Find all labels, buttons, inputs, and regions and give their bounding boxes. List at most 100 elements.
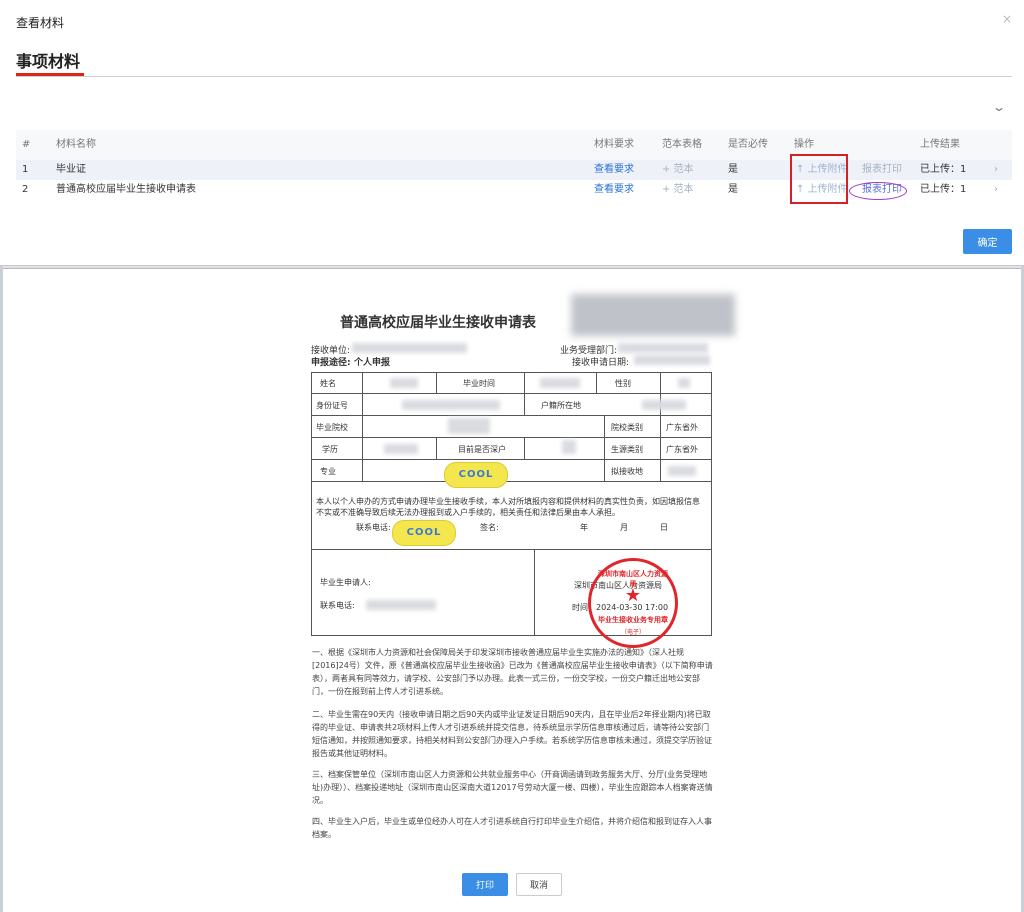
col-header-required: 是否必传	[728, 139, 768, 150]
material-name: 毕业证	[56, 164, 86, 175]
document-title: 普通高校应届毕业生接收申请表	[340, 315, 536, 331]
table-line	[311, 481, 712, 482]
col-header-template: 范本表格	[662, 139, 702, 150]
form-label-name: 姓名	[320, 379, 336, 388]
upload-result: 已上传：1	[920, 164, 967, 175]
template-link[interactable]: + 范本	[662, 160, 694, 180]
modal-title: 查看材料	[16, 16, 65, 30]
view-requirement-link[interactable]: 查看要求	[594, 160, 634, 180]
template-link[interactable]: + 范本	[662, 180, 694, 200]
row-index: 2	[22, 184, 29, 195]
print-highlight-ellipse	[849, 182, 907, 200]
form-value-origin-type: 广东省外	[666, 445, 698, 454]
report-print-button[interactable]: 报表打印	[862, 160, 902, 180]
view-requirement-link[interactable]: 查看要求	[594, 180, 634, 200]
note-2: 二、毕业生需在90天内（接收申请日期之后90天内或毕业证发证日期后90天内，且在…	[312, 710, 712, 758]
channel-label: 申报途径:	[311, 358, 351, 368]
table-line	[311, 437, 712, 438]
channel-value: 个人申报	[354, 358, 391, 368]
cancel-button[interactable]: 取消	[516, 873, 562, 896]
form-label-grad-time: 毕业时间	[463, 379, 495, 388]
form-label-shenhu: 目前是否深户	[458, 445, 506, 454]
form-label-school: 毕业院校	[316, 423, 348, 432]
redacted-area	[402, 400, 500, 410]
signature-label: 签名:	[480, 523, 499, 532]
redacted-area	[390, 378, 418, 388]
table-line	[524, 393, 525, 415]
redacted-area	[618, 343, 708, 353]
table-line	[362, 372, 363, 481]
year-label: 年	[580, 523, 588, 532]
redacted-area	[540, 378, 580, 388]
cool-badge: COOL	[392, 520, 456, 546]
redacted-area	[384, 444, 418, 454]
chevron-down-icon[interactable]: ⌄	[992, 100, 1006, 114]
materials-modal: 查看材料 × 事项材料 ⌄ # 材料名称 材料要求 范本表格 是否必传 操作 上…	[0, 0, 1024, 266]
official-seal: 深圳市南山区人力资源局 ★ 毕业生接收业务专用章 （电子）	[588, 558, 678, 648]
col-header-requirement: 材料要求	[594, 139, 634, 150]
table-line	[660, 372, 661, 481]
table-line	[524, 437, 525, 459]
form-value-school-type: 广东省外	[666, 423, 698, 432]
required-flag: 是	[728, 164, 738, 175]
operation-highlight-box	[790, 154, 848, 204]
table-line	[311, 415, 712, 416]
form-label-school-type: 院校类别	[611, 423, 643, 432]
form-label-gender: 性别	[615, 379, 631, 388]
note-3: 三、档案保管单位（深圳市南山区人力资源和公共就业服务中心（开商调函请到政务服务大…	[312, 770, 713, 805]
redacted-area	[634, 355, 710, 365]
upload-result: 已上传：1	[920, 184, 967, 195]
redacted-area	[366, 600, 436, 610]
form-label-major: 专业	[320, 467, 336, 476]
cool-badge: COOL	[444, 462, 508, 488]
required-flag: 是	[728, 184, 738, 195]
table-line	[311, 393, 712, 394]
table-line	[436, 372, 437, 394]
table-line	[311, 549, 712, 550]
form-label-intended-place: 拟接收地	[611, 467, 643, 476]
redacted-area	[448, 418, 490, 434]
section-divider	[16, 76, 1012, 77]
seal-star-icon: ★	[624, 585, 642, 606]
col-header-result: 上传结果	[920, 139, 960, 150]
seal-text-sub: （电子）	[620, 629, 645, 636]
print-button[interactable]: 打印	[462, 873, 508, 896]
applicant-label: 毕业生申请人:	[320, 578, 371, 587]
form-label-origin-type: 生源类别	[611, 445, 643, 454]
table-line	[436, 437, 437, 459]
contact-phone2-label: 联系电话:	[320, 601, 355, 610]
day-label: 日	[660, 523, 668, 532]
month-label: 月	[620, 523, 628, 532]
contact-phone-label: 联系电话:	[356, 523, 391, 532]
material-name: 普通高校应届毕业生接收申请表	[56, 184, 196, 195]
redacted-area	[562, 440, 576, 454]
form-label-edu: 学历	[322, 445, 338, 454]
table-line	[311, 459, 712, 460]
table-row: 1 毕业证 查看要求 + 范本 是 ↑ 上传附件 报表打印 已上传：1 ›	[16, 160, 1012, 180]
seal-text-bottom: 毕业生接收业务专用章	[598, 616, 668, 624]
form-label-huji: 户籍所在地	[541, 401, 581, 410]
close-icon[interactable]: ×	[1002, 12, 1012, 26]
table-header: # 材料名称 材料要求 范本表格 是否必传 操作 上传结果	[16, 130, 1012, 160]
redacted-area	[642, 400, 686, 410]
table-line	[524, 372, 525, 394]
apply-date-label: 接收申请日期:	[572, 358, 630, 368]
row-expand-icon[interactable]: ›	[994, 180, 998, 200]
col-header-index: #	[22, 139, 31, 150]
redacted-area	[668, 466, 696, 476]
col-header-name: 材料名称	[56, 139, 96, 150]
redacted-area	[678, 378, 690, 388]
row-expand-icon[interactable]: ›	[994, 160, 998, 180]
table-line	[534, 549, 535, 636]
section-title: 事项材料	[16, 52, 81, 71]
redacted-area	[571, 294, 735, 336]
note-4: 四、毕业生入户后，毕业生或单位经办人可在人才引进系统自行打印毕业生介绍信，并将介…	[312, 817, 712, 839]
redacted-area	[352, 343, 467, 353]
table-line	[604, 415, 605, 481]
table-line	[596, 372, 597, 394]
note-1: 一、根据《深圳市人力资源和社会保障局关于印发深圳市接收普通应届毕业生实施办法的通…	[312, 648, 713, 696]
declaration-text: 本人以个人申办的方式申请办理毕业生接收手续，本人对所填报内容和提供材料的真实性负…	[316, 497, 700, 517]
confirm-button[interactable]: 确定	[963, 229, 1012, 254]
row-index: 1	[22, 164, 29, 175]
form-label-id: 身份证号	[316, 401, 348, 410]
